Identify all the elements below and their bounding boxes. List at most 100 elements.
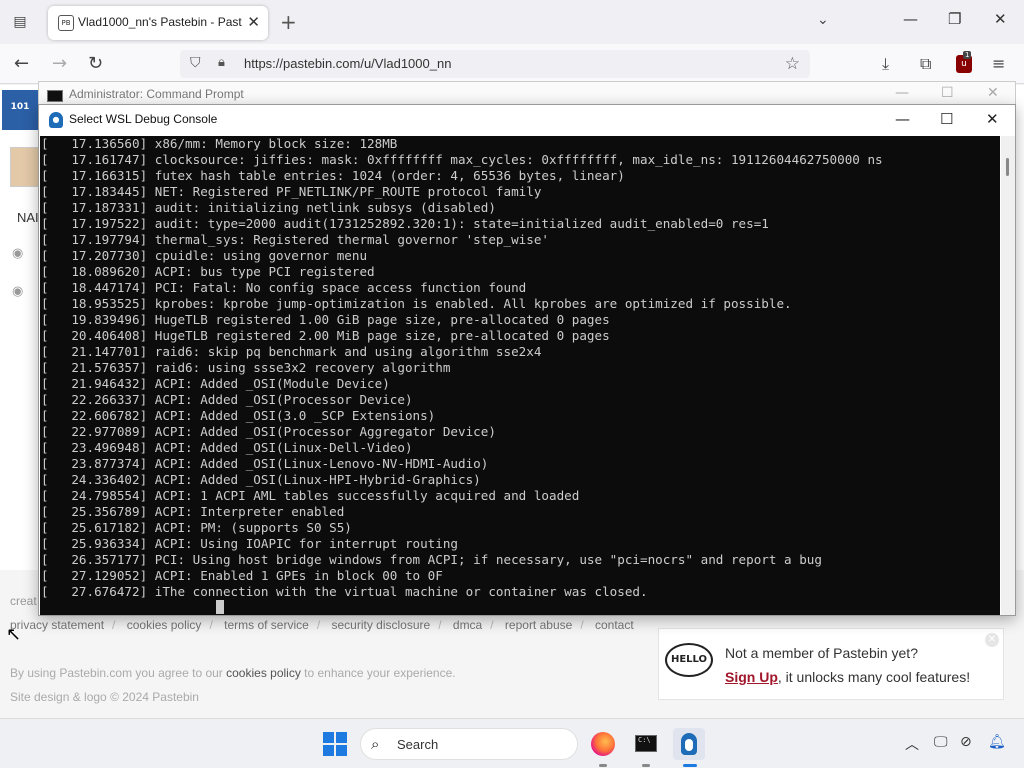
lock-icon[interactable]: 🔒︎ xyxy=(218,55,225,70)
browser-minimize-icon[interactable]: — xyxy=(903,10,918,28)
search-label: Search xyxy=(397,737,439,752)
tracking-shield-icon[interactable]: ⛉ xyxy=(190,55,201,71)
terminal-output[interactable]: [ 17.136560] x86/mm: Memory block size: … xyxy=(40,136,1000,615)
notification-bell-icon[interactable]: 🔔︎ xyxy=(988,734,1006,750)
footer-agree-text: By using Pastebin.com you agree to our c… xyxy=(10,666,456,680)
tab-manager-icon[interactable]: ▤ xyxy=(8,10,32,34)
promo-close-icon[interactable]: ✕ xyxy=(985,633,999,647)
terminal-line: [ 17.197794] thermal_sys: Registered the… xyxy=(41,232,549,247)
terminal-line: [ 26.357177] PCI: Using host bridge wind… xyxy=(41,552,822,567)
taskbar-terminal-icon[interactable]: C:\ xyxy=(630,728,662,760)
terminal-cursor xyxy=(216,600,224,614)
ublock-count-badge: 1 xyxy=(963,51,972,59)
wsl-maximize-icon[interactable]: ☐ xyxy=(940,110,953,128)
terminal-line: [ 18.089620] ACPI: bus type PCI register… xyxy=(41,264,375,279)
terminal-line: [ 20.406408] HugeTLB registered 2.00 MiB… xyxy=(41,328,610,343)
terminal-line: [ 27.676472] iThe connection with the vi… xyxy=(41,584,648,599)
volume-muted-icon[interactable]: ⊘ xyxy=(960,734,972,750)
browser-tab-active[interactable]: PB Vlad1000_nn's Pastebin - Pastebin.com… xyxy=(48,6,268,40)
downloads-icon[interactable]: ⤓ xyxy=(882,54,889,74)
terminal-line: [ 18.447174] PCI: Fatal: No config space… xyxy=(41,280,527,295)
footer-copyright: Site design & logo © 2024 Pastebin xyxy=(10,690,199,704)
bookmark-star-icon[interactable]: ☆ xyxy=(785,54,800,74)
footer-link-dmca[interactable]: dmca xyxy=(453,618,482,632)
terminal-line: [ 25.356789] ACPI: Interpreter enabled xyxy=(41,504,345,519)
terminal-line: [ 24.336402] ACPI: Added _OSI(Linux-HPI-… xyxy=(41,472,481,487)
terminal-line: [ 17.197522] audit: type=2000 audit(1731… xyxy=(41,216,769,231)
tux-penguin-icon: ● xyxy=(49,112,63,128)
browser-tab-bar: ▤ PB Vlad1000_nn's Pastebin - Pastebin.c… xyxy=(0,0,1024,44)
footer-link-contact[interactable]: contact xyxy=(595,618,634,632)
terminal-line: [ 17.183445] NET: Registered PF_NETLINK/… xyxy=(41,184,542,199)
terminal-line: [ 25.617182] ACPI: PM: (supports S0 S5) xyxy=(41,520,352,535)
browser-restore-icon[interactable]: ❐ xyxy=(948,10,961,28)
terminal-line: [ 17.166315] futex hash table entries: 1… xyxy=(41,168,625,183)
url-bar[interactable]: ⛉ 🔒︎ https://pastebin.com/u/Vlad1000_nn … xyxy=(180,50,810,78)
extensions-icon[interactable]: ⧉ xyxy=(920,54,931,74)
footer-separator: / xyxy=(438,618,442,632)
avatar xyxy=(10,147,40,187)
hello-bubble-icon: HELLO xyxy=(665,643,713,677)
wsl-minimize-icon[interactable]: — xyxy=(895,110,910,128)
footer-links: privacy statement / cookies policy / terms… xyxy=(10,618,634,632)
url-text[interactable]: https://pastebin.com/u/Vlad1000_nn xyxy=(244,56,451,71)
terminal-line: [ 21.147701] raid6: skip pq benchmark an… xyxy=(41,344,542,359)
terminal-line: [ 17.187331] audit: initializing netlink… xyxy=(41,200,496,215)
promo-headline: Not a member of Pastebin yet? xyxy=(725,645,918,661)
footer-separator: / xyxy=(490,618,494,632)
cmd-window-title: Administrator: Command Prompt xyxy=(69,87,244,101)
terminal-line: [ 17.207730] cpuidle: using governor men… xyxy=(41,248,368,263)
footer-link-privacy[interactable]: privacy statement xyxy=(10,618,104,632)
terminal-running-indicator xyxy=(642,764,650,767)
scrollbar-thumb[interactable] xyxy=(1006,158,1009,176)
signup-link[interactable]: Sign Up xyxy=(725,669,778,685)
cmd-minimize-icon[interactable]: — xyxy=(895,85,909,101)
agree-cookies-link[interactable]: cookies policy xyxy=(226,666,301,680)
cmd-close-icon[interactable]: ✕ xyxy=(987,85,999,101)
wsl-title-bar[interactable]: ● Select WSL Debug Console — ☐ ✕ xyxy=(39,105,1015,135)
new-tab-button[interactable]: + xyxy=(280,10,297,34)
footer-link-security[interactable]: security disclosure xyxy=(332,618,431,632)
cmd-maximize-icon[interactable]: ☐ xyxy=(941,85,954,101)
terminal-line: [ 17.161747] clocksource: jiffies: mask:… xyxy=(41,152,883,167)
list-all-tabs-chevron-icon[interactable]: ⌄ xyxy=(817,12,829,28)
pastebin-favicon-icon: PB xyxy=(58,15,74,31)
signup-promo-box: HELLO Not a member of Pastebin yet? Sign… xyxy=(658,628,1004,700)
taskbar-firefox-icon[interactable] xyxy=(587,728,619,760)
terminal-line: [ 23.877374] ACPI: Added _OSI(Linux-Leno… xyxy=(41,456,489,471)
globe-icon: ◉ xyxy=(12,246,24,261)
footer-link-terms[interactable]: terms of service xyxy=(224,618,309,632)
taskbar-wsl-penguin-icon[interactable] xyxy=(673,728,705,760)
menu-hamburger-icon[interactable]: ≡ xyxy=(992,54,1005,73)
terminal-line: [ 23.496948] ACPI: Added _OSI(Linux-Dell… xyxy=(41,440,413,455)
mouse-pointer-icon: ↖ xyxy=(6,624,22,645)
cmd-icon xyxy=(47,90,63,102)
wsl-active-indicator xyxy=(683,764,697,767)
show-hidden-icons-chevron-icon[interactable]: ︿ xyxy=(905,734,919,754)
search-icon: ⌕ xyxy=(371,735,380,753)
terminal-line: [ 27.129052] ACPI: Enabled 1 GPEs in blo… xyxy=(41,568,443,583)
browser-close-icon[interactable]: ✕ xyxy=(994,10,1007,28)
footer-separator: / xyxy=(316,618,321,632)
forward-arrow-icon[interactable]: → xyxy=(52,53,67,74)
windows-start-icon[interactable] xyxy=(323,732,347,756)
network-icon[interactable]: 🖵︎ xyxy=(934,734,948,750)
terminal-line: [ 21.946432] ACPI: Added _OSI(Module Dev… xyxy=(41,376,390,391)
pastebin-logo[interactable]: 101 xyxy=(2,90,38,130)
terminal-scrollbar[interactable] xyxy=(1001,136,1015,615)
terminal-line: [ 21.576357] raid6: using ssse3x2 recove… xyxy=(41,360,451,375)
tab-close-icon[interactable]: ✕ xyxy=(247,13,260,31)
footer-link-cookies[interactable]: cookies policy xyxy=(127,618,202,632)
reload-icon[interactable]: ↻ xyxy=(88,53,103,74)
back-arrow-icon[interactable]: ← xyxy=(14,53,29,74)
table-header-name: NAI xyxy=(17,210,39,225)
taskbar-search-box[interactable]: ⌕ Search xyxy=(360,728,578,760)
promo-body-text: , it unlocks many cool features! xyxy=(777,669,971,685)
wsl-close-icon[interactable]: ✕ xyxy=(986,110,999,128)
wsl-debug-console-window[interactable]: ● Select WSL Debug Console — ☐ ✕ [ 17.13… xyxy=(38,104,1016,616)
footer-separator: / xyxy=(209,618,213,632)
footer-link-report-abuse[interactable]: report abuse xyxy=(505,618,572,632)
globe-icon: ◉ xyxy=(12,284,24,299)
wsl-window-title: Select WSL Debug Console xyxy=(69,112,218,126)
firefox-running-indicator xyxy=(599,764,607,767)
